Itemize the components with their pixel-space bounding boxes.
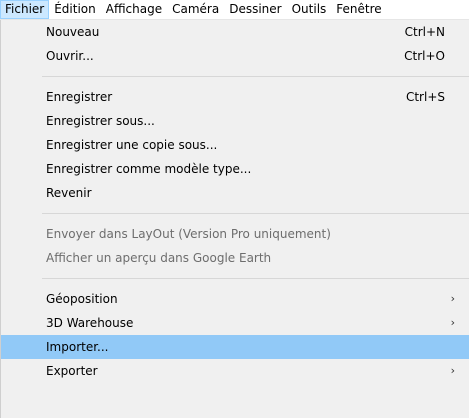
menu-item-revenir[interactable]: Revenir: [1, 181, 469, 205]
menu-edition[interactable]: Édition: [49, 0, 101, 19]
menu-outils[interactable]: Outils: [287, 0, 332, 19]
menu-item-apercu-google-earth: Afficher un aperçu dans Google Earth: [1, 246, 469, 270]
chevron-right-icon: ›: [450, 316, 455, 329]
menu-item-enregistrer-copie[interactable]: Enregistrer une copie sous...: [1, 133, 469, 157]
menu-separator: [42, 213, 469, 214]
menu-item-label: Nouveau: [46, 25, 100, 39]
menu-fichier[interactable]: Fichier: [0, 0, 50, 19]
chevron-right-icon: ›: [450, 292, 455, 305]
menu-item-label: Enregistrer comme modèle type...: [46, 162, 252, 176]
menu-item-label: 3D Warehouse: [46, 316, 134, 330]
menu-affichage[interactable]: Affichage: [101, 0, 167, 19]
menu-item-label: Enregistrer une copie sous...: [46, 138, 218, 152]
menu-fenetre[interactable]: Fenêtre: [331, 0, 386, 19]
fichier-dropdown: Nouveau Ctrl+N Ouvrir... Ctrl+O Enregist…: [0, 20, 469, 418]
shortcut-label: Ctrl+N: [404, 25, 445, 39]
menu-item-label: Importer...: [46, 340, 109, 354]
shortcut-label: Ctrl+S: [405, 90, 445, 104]
menu-item-label: Revenir: [46, 186, 92, 200]
menu-item-enregistrer-modele[interactable]: Enregistrer comme modèle type...: [1, 157, 469, 181]
menu-item-label: Ouvrir...: [46, 49, 94, 63]
menu-item-label: Afficher un aperçu dans Google Earth: [46, 251, 272, 265]
menu-item-label: Enregistrer sous...: [46, 114, 155, 128]
menu-item-exporter[interactable]: Exporter ›: [1, 359, 469, 383]
menu-item-label: Envoyer dans LayOut (Version Pro uniquem…: [46, 227, 331, 241]
shortcut-label: Ctrl+O: [404, 49, 445, 63]
menu-separator: [42, 278, 469, 279]
menu-camera[interactable]: Caméra: [167, 0, 224, 19]
menu-item-3d-warehouse[interactable]: 3D Warehouse ›: [1, 311, 469, 335]
menu-item-enregistrer-sous[interactable]: Enregistrer sous...: [1, 109, 469, 133]
menu-item-nouveau[interactable]: Nouveau Ctrl+N: [1, 20, 469, 44]
menu-item-label: Exporter: [46, 364, 98, 378]
menu-item-enregistrer[interactable]: Enregistrer Ctrl+S: [1, 85, 469, 109]
menu-item-ouvrir[interactable]: Ouvrir... Ctrl+O: [1, 44, 469, 68]
menu-item-label: Enregistrer: [46, 90, 113, 104]
menu-item-label: Géoposition: [46, 292, 118, 306]
chevron-right-icon: ›: [450, 364, 455, 377]
menu-dessiner[interactable]: Dessiner: [224, 0, 286, 19]
menu-item-importer[interactable]: Importer...: [1, 335, 469, 359]
menu-bar: Fichier Édition Affichage Caméra Dessine…: [0, 0, 469, 20]
menu-item-geoposition[interactable]: Géoposition ›: [1, 287, 469, 311]
menu-separator: [42, 76, 469, 77]
menu-item-envoyer-layout: Envoyer dans LayOut (Version Pro uniquem…: [1, 222, 469, 246]
